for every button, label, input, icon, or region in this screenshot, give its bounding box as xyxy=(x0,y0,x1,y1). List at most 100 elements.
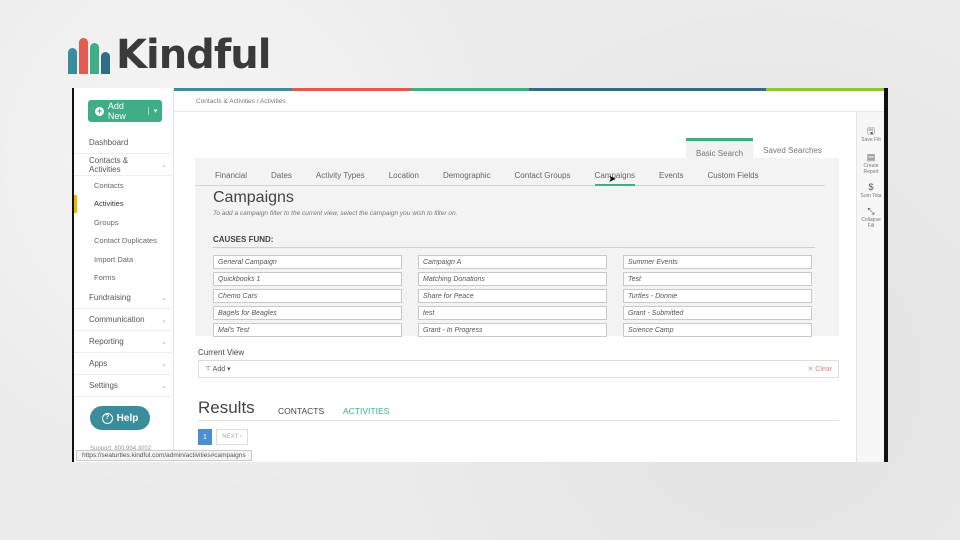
campaign-option[interactable]: Summer Events xyxy=(623,255,812,269)
chevron-down-icon: ▾ xyxy=(227,366,231,373)
sidebar-subitem-activities[interactable]: Activities xyxy=(74,194,174,213)
campaign-option[interactable]: Grant - Submitted xyxy=(623,306,812,320)
plus-icon: + xyxy=(95,105,104,116)
tab-location[interactable]: Location xyxy=(389,168,419,185)
tab-contacts[interactable]: CONTACTS xyxy=(278,406,324,416)
tab-custom-fields[interactable]: Custom Fields xyxy=(707,168,758,185)
status-bar-url: https://seaturtles.kindful.com/admin/act… xyxy=(76,450,252,461)
campaign-option[interactable]: Test xyxy=(623,272,812,286)
clear-button[interactable]: ✕ Clear xyxy=(807,365,832,373)
create-report-tool[interactable]: ▤ Create Report xyxy=(857,152,884,175)
sidebar: + Add New ▾ Dashboard Contacts & Activit… xyxy=(74,88,174,462)
add-filter-button[interactable]: ⊤ Add ▾ xyxy=(205,365,231,373)
campaign-option[interactable]: Share for Peace xyxy=(418,289,607,303)
add-filter-label: Add xyxy=(212,366,226,373)
sidebar-item-communication[interactable]: Communication ⌄ xyxy=(74,309,174,331)
tab-events[interactable]: Events xyxy=(659,168,683,185)
sidebar-item-reporting[interactable]: Reporting ⌄ xyxy=(74,331,174,353)
logo-bar xyxy=(101,52,110,74)
chevron-down-icon[interactable]: ▾ xyxy=(148,107,162,115)
sidebar-item-apps[interactable]: Apps ⌄ xyxy=(74,353,174,375)
kindful-logo: Kindful xyxy=(68,32,271,78)
tab-dates[interactable]: Dates xyxy=(271,168,292,185)
sidebar-subitem-contacts[interactable]: Contacts xyxy=(74,176,174,195)
campaign-option[interactable]: test xyxy=(418,306,607,320)
page-1-button[interactable]: 1 xyxy=(198,429,212,445)
stripe-segment xyxy=(528,88,648,91)
topbar: Contacts & Activities / Activities xyxy=(174,88,884,112)
tab-activities[interactable]: ACTIVITIES xyxy=(343,406,389,416)
next-page-button[interactable]: NEXT › xyxy=(216,429,248,445)
sidebar-item-label: Apps xyxy=(89,359,108,368)
dollar-icon: $ xyxy=(868,182,874,192)
add-new-label: Add New xyxy=(107,101,126,121)
sidebar-item-dashboard[interactable]: Dashboard xyxy=(74,132,174,154)
sidebar-item-label: Contacts & Activities xyxy=(89,155,129,174)
campaign-option[interactable]: Mal's Test xyxy=(213,323,402,337)
save-icon: 🖫 xyxy=(867,126,875,136)
campaign-option[interactable]: Grant - In Progress xyxy=(418,323,607,337)
stripe-segment xyxy=(174,88,293,91)
logo-bar xyxy=(68,48,77,74)
clear-label: Clear xyxy=(815,366,832,373)
campaign-grid: General Campaign Campaign A Summer Events Q… xyxy=(213,255,812,337)
sidebar-nav: Dashboard Contacts & Activities ⌄ Contact… xyxy=(74,132,174,397)
logo-bar xyxy=(90,43,99,74)
sidebar-subitem-groups[interactable]: Groups xyxy=(74,213,174,232)
collapse-filter-tool[interactable]: ⤡ Collapse Filt xyxy=(857,206,884,229)
close-icon: ✕ xyxy=(807,366,814,373)
campaigns-title: Campaigns xyxy=(213,189,294,206)
stripe-segment xyxy=(292,88,411,91)
save-filter-tool[interactable]: 🖫 Save Filt xyxy=(857,126,884,143)
sidebar-item-settings[interactable]: Settings ⌄ xyxy=(74,375,174,397)
breadcrumb[interactable]: Contacts & Activities / Activities xyxy=(196,98,286,105)
sidebar-item-fundraising[interactable]: Fundraising ⌄ xyxy=(74,287,174,309)
stripe-segment xyxy=(765,88,884,91)
sum-total-tool[interactable]: $ Sum Tota xyxy=(857,182,884,199)
filter-panel: Financial Dates Activity Types Location … xyxy=(195,158,839,337)
chevron-down-icon: ⌄ xyxy=(161,316,167,324)
color-stripe xyxy=(174,88,884,91)
chevron-down-icon: ⌄ xyxy=(161,338,167,346)
campaign-option[interactable]: Chemo Cars xyxy=(213,289,402,303)
stripe-segment xyxy=(647,88,766,91)
campaign-option[interactable]: Turtles - Donnie xyxy=(623,289,812,303)
help-button[interactable]: ? Help xyxy=(90,406,150,430)
collapse-icon: ⤡ xyxy=(867,206,875,216)
sidebar-item-label: Settings xyxy=(89,381,118,390)
tab-activity-types[interactable]: Activity Types xyxy=(316,168,365,185)
campaign-option[interactable]: Matching Donations xyxy=(418,272,607,286)
sidebar-item-contacts-activities[interactable]: Contacts & Activities ⌄ xyxy=(74,154,174,176)
campaign-option[interactable]: General Campaign xyxy=(213,255,402,269)
tab-contact-groups[interactable]: Contact Groups xyxy=(515,168,571,185)
chevron-down-icon: ⌄ xyxy=(161,382,167,390)
tool-label: Report xyxy=(863,169,879,175)
results-title: Results xyxy=(198,398,255,417)
add-new-button[interactable]: + Add New ▾ xyxy=(88,100,162,122)
tool-label: Sum Tota xyxy=(860,193,882,199)
sidebar-subitem-contact-duplicates[interactable]: Contact Duplicates xyxy=(74,232,174,251)
filter-tabs: Financial Dates Activity Types Location … xyxy=(195,168,825,186)
right-toolbar: 🖫 Save Filt ▤ Create Report $ Sum Tota ⤡… xyxy=(856,112,884,462)
tab-financial[interactable]: Financial xyxy=(215,168,247,185)
current-view-label: Current View xyxy=(198,348,245,357)
report-icon: ▤ xyxy=(866,152,876,162)
filter-icon: ⊤ xyxy=(205,366,212,373)
tab-demographic[interactable]: Demographic xyxy=(443,168,491,185)
sidebar-subitem-forms[interactable]: Forms xyxy=(74,269,174,288)
divider xyxy=(213,247,815,248)
app-window: + Add New ▾ Dashboard Contacts & Activit… xyxy=(72,88,888,462)
tool-label: Filt xyxy=(867,223,875,229)
chevron-down-icon: ⌄ xyxy=(161,294,167,302)
sidebar-item-label: Reporting xyxy=(89,337,124,346)
sidebar-subitem-import-data[interactable]: Import Data xyxy=(74,250,174,269)
sidebar-item-label: Dashboard xyxy=(89,138,129,147)
current-view-bar: ⊤ Add ▾ ✕ Clear xyxy=(198,360,839,378)
campaign-option[interactable]: Science Camp xyxy=(623,323,812,337)
campaign-option[interactable]: Bagels for Beagles xyxy=(213,306,402,320)
campaign-option[interactable]: Quickbooks 1 xyxy=(213,272,402,286)
campaign-option[interactable]: Campaign A xyxy=(418,255,607,269)
mouse-cursor-icon: ➤ xyxy=(608,174,617,185)
logo-bars-icon xyxy=(68,36,110,74)
help-label: Help xyxy=(116,412,139,424)
